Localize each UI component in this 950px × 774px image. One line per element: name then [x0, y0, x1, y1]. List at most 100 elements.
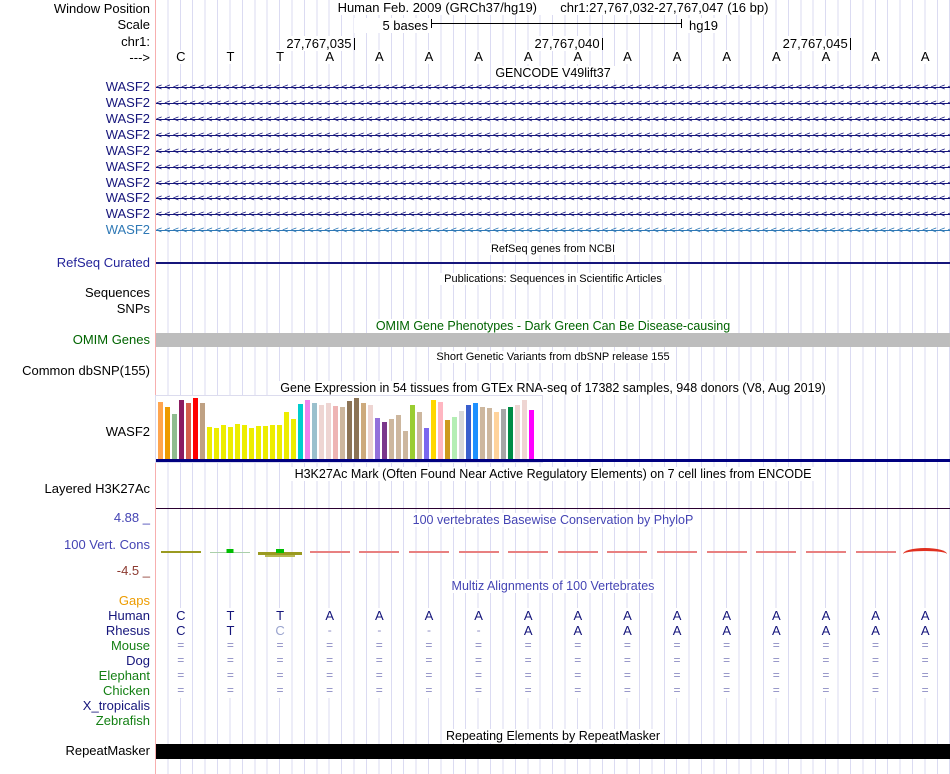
- gtex-tissue-bar[interactable]: [179, 400, 184, 460]
- gencode-gene-row[interactable]: <<<<<<<<<<<<<<<<<<<<<<<<<<<<<<<<<<<<<<<<…: [156, 209, 950, 220]
- gtex-tissue-bar[interactable]: [228, 427, 233, 460]
- gtex-tissue-bar[interactable]: [522, 400, 527, 460]
- gtex-tissue-bar[interactable]: [508, 407, 513, 460]
- gtex-tissue-bar[interactable]: [214, 428, 219, 460]
- gtex-tissue-bar[interactable]: [200, 403, 205, 460]
- track-label-sequences[interactable]: Sequences: [0, 286, 150, 300]
- refseq-curated-gene-line[interactable]: [156, 262, 950, 264]
- track-label-wasf2[interactable]: WASF2: [0, 191, 150, 205]
- omim-gene-bar[interactable]: [156, 333, 950, 347]
- track-label-wasf2[interactable]: WASF2: [0, 176, 150, 190]
- multiz-species-label-zebrafish[interactable]: Zebrafish: [0, 714, 150, 728]
- gtex-tissue-bar[interactable]: [438, 402, 443, 460]
- gtex-tissue-bar[interactable]: [431, 400, 436, 460]
- gtex-tissue-bar[interactable]: [291, 419, 296, 460]
- gtex-tissue-bar[interactable]: [515, 405, 520, 460]
- gtex-tissue-bar[interactable]: [263, 426, 268, 460]
- track-label-wasf2[interactable]: WASF2: [0, 207, 150, 221]
- track-label-wasf2[interactable]: WASF2: [0, 128, 150, 142]
- gtex-tissue-bar[interactable]: [424, 428, 429, 460]
- gencode-gene-row[interactable]: <<<<<<<<<<<<<<<<<<<<<<<<<<<<<<<<<<<<<<<<…: [156, 178, 950, 189]
- gtex-tissue-bar[interactable]: [207, 427, 212, 460]
- gtex-tissue-bar[interactable]: [333, 406, 338, 460]
- gtex-tissue-bar[interactable]: [326, 403, 331, 460]
- gtex-tissue-bar[interactable]: [284, 412, 289, 460]
- track-label-wasf2[interactable]: WASF2: [0, 144, 150, 158]
- gtex-tissue-bar[interactable]: [242, 425, 247, 460]
- gtex-tissue-bar[interactable]: [340, 407, 345, 460]
- gtex-tissue-bar[interactable]: [256, 426, 261, 460]
- track-label-wasf2[interactable]: WASF2: [0, 160, 150, 174]
- gtex-tissue-bar[interactable]: [410, 405, 415, 460]
- gtex-tissue-bar[interactable]: [319, 405, 324, 460]
- h3k27ac-track-line[interactable]: [156, 508, 950, 509]
- gtex-expression-plot[interactable]: [155, 395, 543, 463]
- track-label-refseq-curated[interactable]: RefSeq Curated: [0, 256, 150, 270]
- gtex-tissue-bar[interactable]: [417, 412, 422, 460]
- track-label-gtex-wasf2[interactable]: WASF2: [0, 425, 150, 439]
- phylop-mark: [508, 551, 549, 553]
- multiz-cell: =: [373, 653, 385, 668]
- track-label-snps[interactable]: SNPs: [0, 302, 150, 316]
- gencode-gene-row[interactable]: <<<<<<<<<<<<<<<<<<<<<<<<<<<<<<<<<<<<<<<<…: [156, 114, 950, 125]
- gtex-tissue-bar[interactable]: [375, 418, 380, 460]
- multiz-species-label-human[interactable]: Human: [0, 609, 150, 623]
- gtex-tissue-bar[interactable]: [459, 411, 464, 460]
- gtex-tissue-bar[interactable]: [193, 398, 198, 460]
- gtex-tissue-bar[interactable]: [473, 403, 478, 460]
- track-label-omim-genes[interactable]: OMIM Genes: [0, 333, 150, 347]
- gencode-gene-row[interactable]: <<<<<<<<<<<<<<<<<<<<<<<<<<<<<<<<<<<<<<<<…: [156, 162, 950, 173]
- gtex-tissue-bar[interactable]: [382, 422, 387, 460]
- gtex-tissue-bar[interactable]: [487, 408, 492, 460]
- gtex-tissue-bar[interactable]: [389, 419, 394, 460]
- gtex-tissue-bar[interactable]: [312, 403, 317, 460]
- gtex-tissue-bar[interactable]: [354, 398, 359, 460]
- gtex-tissue-bar[interactable]: [221, 425, 226, 460]
- track-label-wasf2[interactable]: WASF2: [0, 223, 150, 237]
- gencode-gene-row[interactable]: <<<<<<<<<<<<<<<<<<<<<<<<<<<<<<<<<<<<<<<<…: [156, 146, 950, 157]
- track-label-layered-h3k27ac[interactable]: Layered H3K27Ac: [0, 482, 150, 496]
- gtex-tissue-bar[interactable]: [305, 400, 310, 460]
- gtex-tissue-bar[interactable]: [270, 425, 275, 460]
- repeatmasker-element-bar[interactable]: [156, 744, 950, 759]
- gtex-tissue-bar[interactable]: [445, 420, 450, 460]
- gtex-tissue-bar[interactable]: [235, 424, 240, 460]
- gencode-gene-row[interactable]: <<<<<<<<<<<<<<<<<<<<<<<<<<<<<<<<<<<<<<<<…: [156, 82, 950, 93]
- gtex-tissue-bar[interactable]: [466, 405, 471, 460]
- gtex-tissue-bar[interactable]: [494, 412, 499, 460]
- gtex-tissue-bar[interactable]: [165, 407, 170, 460]
- gtex-tissue-bar[interactable]: [529, 410, 534, 460]
- gtex-tissue-bar[interactable]: [158, 402, 163, 460]
- track-label-wasf2[interactable]: WASF2: [0, 112, 150, 126]
- multiz-species-label-rhesus[interactable]: Rhesus: [0, 624, 150, 638]
- gtex-tissue-bar[interactable]: [298, 404, 303, 460]
- track-label-repeatmasker[interactable]: RepeatMasker: [0, 744, 150, 758]
- track-label-wasf2[interactable]: WASF2: [0, 80, 150, 94]
- multiz-species-label-elephant[interactable]: Elephant: [0, 669, 150, 683]
- gtex-tissue-bar[interactable]: [452, 417, 457, 460]
- multiz-cell: =: [224, 683, 236, 698]
- gtex-tissue-bar[interactable]: [368, 405, 373, 460]
- gencode-gene-row[interactable]: <<<<<<<<<<<<<<<<<<<<<<<<<<<<<<<<<<<<<<<<…: [156, 193, 950, 204]
- gtex-tissue-bar[interactable]: [277, 425, 282, 460]
- gtex-tissue-bar[interactable]: [172, 414, 177, 460]
- multiz-species-label-gaps[interactable]: Gaps: [0, 594, 150, 608]
- gtex-tissue-bar[interactable]: [361, 403, 366, 460]
- gencode-gene-row[interactable]: <<<<<<<<<<<<<<<<<<<<<<<<<<<<<<<<<<<<<<<<…: [156, 130, 950, 141]
- gtex-tissue-bar[interactable]: [403, 431, 408, 460]
- track-label-wasf2[interactable]: WASF2: [0, 96, 150, 110]
- multiz-species-label-mouse[interactable]: Mouse: [0, 639, 150, 653]
- track-label-common-dbsnp[interactable]: Common dbSNP(155): [0, 364, 150, 378]
- gtex-tissue-bar[interactable]: [501, 409, 506, 460]
- multiz-species-label-dog[interactable]: Dog: [0, 654, 150, 668]
- gtex-tissue-bar[interactable]: [347, 401, 352, 460]
- multiz-species-label-chicken[interactable]: Chicken: [0, 684, 150, 698]
- gencode-gene-row[interactable]: <<<<<<<<<<<<<<<<<<<<<<<<<<<<<<<<<<<<<<<<…: [156, 98, 950, 109]
- gtex-tissue-bar[interactable]: [480, 407, 485, 460]
- multiz-species-label-x_tropicalis[interactable]: X_tropicalis: [0, 699, 150, 713]
- gtex-tissue-bar[interactable]: [396, 415, 401, 460]
- gtex-tissue-bar[interactable]: [249, 428, 254, 460]
- gtex-tissue-bar[interactable]: [186, 403, 191, 460]
- track-label-100-vert-cons[interactable]: 100 Vert. Cons: [0, 538, 150, 552]
- gencode-gene-row[interactable]: <<<<<<<<<<<<<<<<<<<<<<<<<<<<<<<<<<<<<<<<…: [156, 225, 950, 236]
